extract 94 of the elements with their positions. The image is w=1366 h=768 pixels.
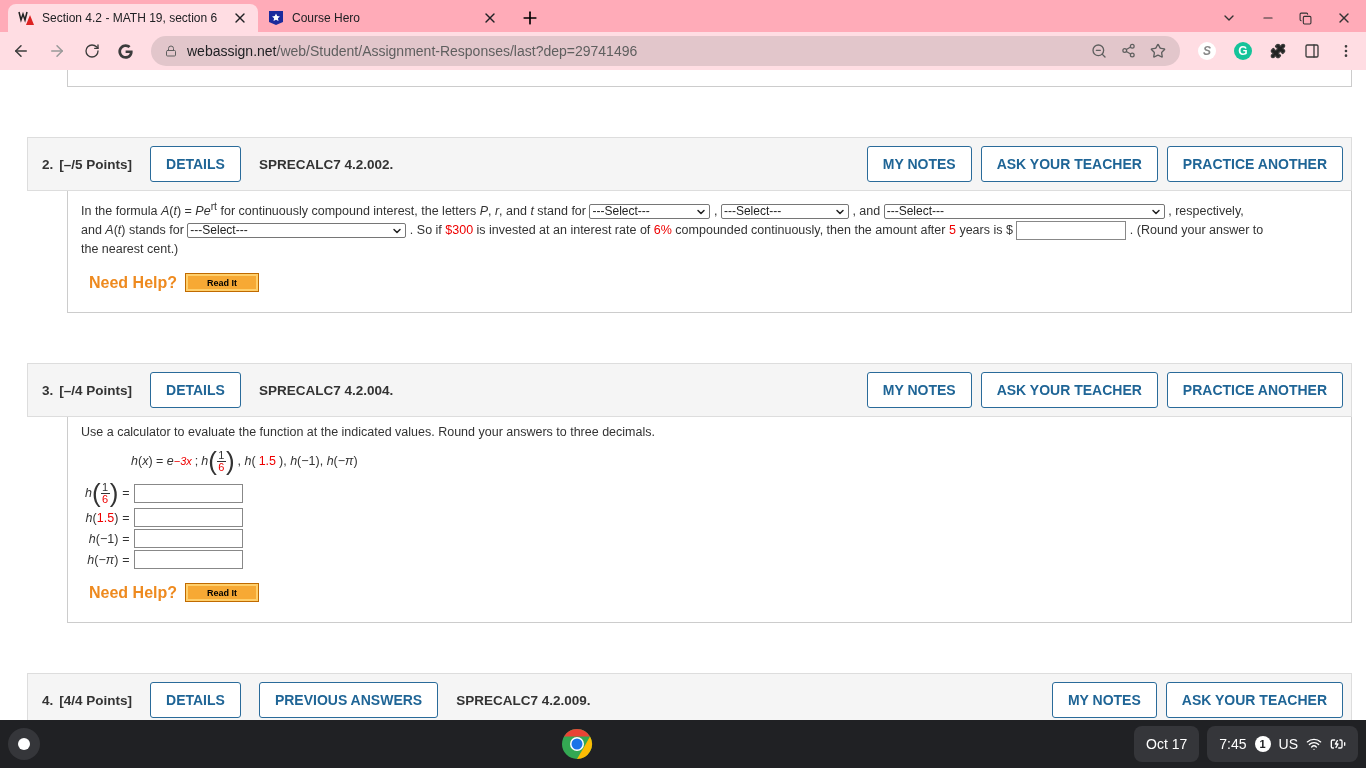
header-button[interactable]: MY NOTES: [866, 146, 972, 182]
read-it-button[interactable]: Read It: [185, 583, 259, 603]
question-text: is invested at an interest rate of: [476, 223, 651, 238]
wifi-icon: [1306, 736, 1322, 752]
battery-icon: [1330, 736, 1346, 752]
header-button[interactable]: PRACTICE ANOTHER: [1166, 372, 1343, 409]
need-help-label: Need Help?: [89, 273, 177, 292]
exponent-text: −3x: [173, 455, 192, 468]
question-code: SPRECALC7 4.2.009.: [456, 692, 591, 708]
points-label: [–/5 Points]: [59, 156, 133, 172]
question-text: ,: [713, 204, 718, 219]
math-text: ): [114, 510, 119, 525]
question-number: 4.: [42, 692, 54, 708]
question-number: 2.: [42, 156, 54, 172]
question-text: the nearest cent.): [81, 242, 179, 257]
question-number: 3.: [42, 382, 54, 398]
tab-title: Course Hero: [292, 11, 362, 25]
header-button[interactable]: ASK YOUR TEACHER: [1165, 682, 1343, 719]
question-text: In the formula A(t) = Pe$^{rt}$ for continuously compound interest, the letters P, r, and t stand for: [81, 204, 586, 219]
question-text: . So if: [409, 223, 442, 238]
points-label: [–/4 Points]: [59, 382, 133, 398]
instruction-text: Use a calculator to evaluate the function at the indicated values. Round your answers to three decimals.: [81, 424, 656, 442]
question-text: years is $: [959, 223, 1013, 238]
math-text: ), h(−1), h(−π): [279, 454, 358, 469]
equals-sign: =: [122, 510, 130, 525]
math-text: h(−1): [88, 531, 119, 546]
question-text: , respectively,: [1168, 204, 1244, 219]
details-button[interactable]: DETAILS: [150, 682, 241, 719]
previous-answers-button[interactable]: PREVIOUS ANSWERS: [258, 682, 439, 719]
restore-icon[interactable]: [1299, 11, 1312, 25]
value-text: 6%: [653, 223, 672, 238]
lock-icon: [165, 45, 177, 57]
extension-icon[interactable]: S: [1198, 42, 1216, 60]
need-help-label: Need Help?: [89, 583, 177, 602]
star-icon[interactable]: [1150, 43, 1166, 59]
question-text: . (Round your answer to: [1129, 223, 1264, 238]
value-text: 1.5: [96, 510, 115, 525]
chrome-icon[interactable]: [561, 728, 593, 760]
url-text: webassign.net/web/Student/Assignment-Responses/last?dep=29741496: [187, 43, 638, 59]
math-text: ;: [194, 454, 199, 469]
header-button[interactable]: PRACTICE ANOTHER: [1166, 146, 1343, 182]
answer-field[interactable]: [1016, 221, 1127, 241]
reload-icon[interactable]: [84, 43, 100, 59]
back-icon[interactable]: [12, 42, 30, 60]
math-text: h(x) = e: [131, 454, 174, 469]
math-text: (: [92, 510, 97, 525]
answer-field[interactable]: [133, 508, 243, 528]
equals-sign: =: [122, 531, 130, 546]
status-area[interactable]: 7:45 1 US: [1207, 726, 1358, 762]
read-it-button[interactable]: Read It: [185, 273, 259, 293]
header-button[interactable]: ASK YOUR TEACHER: [980, 372, 1158, 409]
notification-badge: 1: [1254, 736, 1271, 752]
time-text: 7:45: [1219, 736, 1247, 752]
question-text: compounded continuously, then the amount after: [675, 223, 946, 238]
select-dropdown[interactable]: ---Select---: [187, 223, 407, 239]
address-bar[interactable]: webassign.net/web/Student/Assignment-Responses/last?dep=29741496: [151, 36, 1180, 66]
header-button[interactable]: MY NOTES: [866, 372, 972, 409]
equals-sign: =: [122, 552, 130, 567]
webassign-favicon-icon: [18, 10, 34, 26]
points-label: [4/4 Points]: [59, 692, 133, 708]
share-icon[interactable]: [1121, 43, 1136, 58]
equals-sign: =: [122, 486, 130, 501]
math-text: , h(: [237, 454, 256, 469]
select-dropdown[interactable]: ---Select---: [720, 204, 849, 220]
details-button[interactable]: DETAILS: [150, 372, 241, 409]
select-dropdown[interactable]: ---Select---: [883, 204, 1165, 220]
side-panel-icon[interactable]: [1304, 43, 1320, 59]
shield-star-icon: [268, 10, 284, 26]
tab-title: Section 4.2 - MATH 19, section 6: [42, 11, 219, 25]
question-text: and A(t) stands for: [81, 223, 184, 238]
google-icon[interactable]: [118, 43, 133, 59]
select-dropdown[interactable]: ---Select---: [589, 204, 711, 220]
browser-tab[interactable]: Course Hero: [258, 4, 508, 32]
details-button[interactable]: DETAILS: [150, 146, 241, 182]
value-text: 5: [948, 223, 956, 238]
launcher-icon[interactable]: [8, 728, 40, 760]
header-button[interactable]: MY NOTES: [1051, 682, 1157, 719]
header-button[interactable]: ASK YOUR TEACHER: [980, 146, 1158, 182]
question-text: , and: [852, 204, 881, 219]
answer-field[interactable]: [133, 483, 243, 503]
answer-field[interactable]: [133, 529, 243, 549]
math-text: h(−π): [87, 552, 119, 567]
date-pill[interactable]: Oct 17: [1134, 726, 1200, 762]
value-text: $300: [445, 223, 474, 238]
value-text: 1.5: [258, 454, 277, 469]
answer-field[interactable]: [133, 550, 243, 570]
question-code: SPRECALC7 4.2.004.: [258, 382, 394, 398]
math-variable: h: [85, 510, 93, 525]
extensions-icon[interactable]: [1270, 43, 1286, 59]
keyboard-label: US: [1278, 736, 1298, 752]
zoom-out-icon[interactable]: [1091, 43, 1107, 59]
question-code: SPRECALC7 4.2.002.: [258, 156, 394, 172]
browser-tab[interactable]: Section 4.2 - MATH 19, section 6: [8, 4, 258, 32]
date-text: Oct 17: [1146, 736, 1188, 752]
